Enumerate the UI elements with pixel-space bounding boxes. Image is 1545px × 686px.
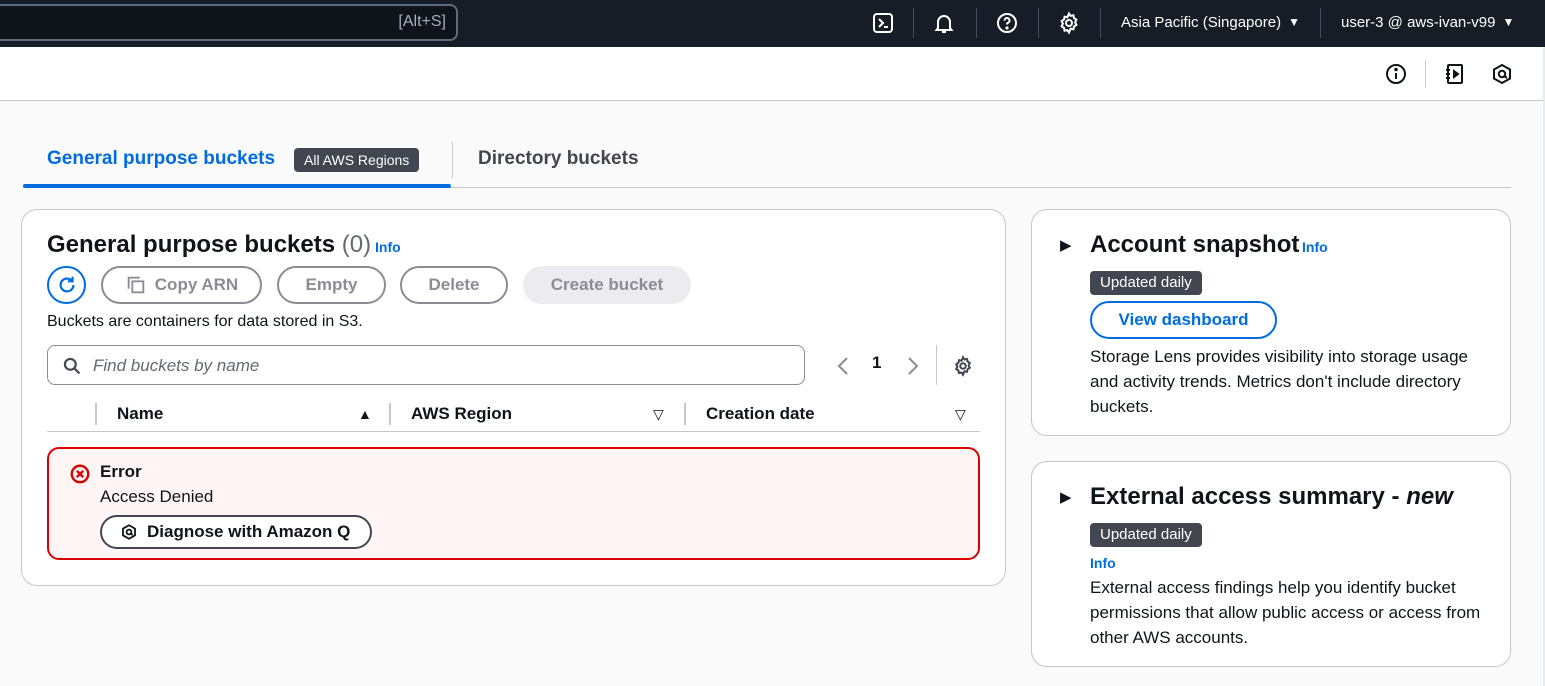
copy-arn-label: Copy ARN [154, 275, 239, 294]
create-bucket-button[interactable]: Create bucket [523, 266, 691, 304]
table-settings-icon[interactable] [952, 355, 974, 377]
search-icon [63, 357, 81, 375]
refresh-button[interactable] [47, 266, 86, 304]
tab-general-purpose-buckets[interactable]: General purpose buckets [47, 148, 275, 170]
snapshot-info-link[interactable]: Info [1302, 239, 1328, 255]
sort-icon[interactable]: ▽ [653, 406, 664, 423]
cloudshell-icon[interactable] [871, 11, 895, 35]
new-label: new [1406, 483, 1453, 510]
column-divider [684, 403, 686, 425]
search-placeholder: Find buckets by name [93, 356, 260, 375]
search-shortcut-hint: [Alt+S] [398, 13, 446, 30]
notes-icon[interactable] [1443, 62, 1467, 86]
bell-icon[interactable] [932, 11, 956, 35]
updated-daily-badge: Updated daily [1090, 523, 1202, 547]
diagnose-label: Diagnose with Amazon Q [147, 522, 351, 541]
external-access-title: External access summary - new [1090, 483, 1453, 511]
column-header-creation-date[interactable]: Creation date [706, 404, 815, 424]
sort-icon[interactable]: ▽ [955, 406, 966, 423]
current-page-number[interactable]: 1 [872, 353, 881, 373]
caret-down-icon: ▼ [1288, 15, 1300, 29]
table-header-divider [47, 431, 980, 432]
caret-down-icon: ▼ [1502, 15, 1515, 29]
column-header-region[interactable]: AWS Region [411, 404, 512, 424]
info-icon[interactable] [1384, 62, 1408, 86]
external-title-text: External access summary - [1090, 483, 1407, 510]
buckets-title: General purpose buckets [47, 231, 336, 258]
region-selector[interactable]: Asia Pacific (Singapore) ▼ [1121, 14, 1300, 31]
error-message: Access Denied [100, 487, 214, 506]
tab-divider [452, 142, 453, 178]
column-header-name[interactable]: Name [117, 404, 163, 424]
buckets-description: Buckets are containers for data stored i… [47, 313, 363, 330]
account-menu[interactable]: user-3 @ aws-ivan-v99 ▼ [1341, 14, 1514, 31]
bucket-count: (0) [341, 231, 372, 258]
copy-arn-button[interactable]: Copy ARN [101, 266, 262, 304]
top-navigation: [Alt+S] Asia Pacific (Singapore) ▼ user-3… [0, 0, 1545, 47]
region-label: Asia Pacific (Singapore) [1121, 14, 1282, 31]
expand-triangle-icon[interactable]: ▶ [1060, 236, 1072, 254]
empty-label: Empty [305, 275, 358, 294]
delete-label: Delete [428, 275, 480, 294]
sort-ascending-icon[interactable]: ▲ [358, 406, 372, 422]
external-info-link[interactable]: Info [1090, 555, 1116, 571]
find-buckets-input[interactable]: Find buckets by name [47, 345, 805, 385]
gear-icon[interactable] [1057, 11, 1081, 35]
empty-button[interactable]: Empty [277, 266, 386, 304]
snapshot-description: Storage Lens provides visibility into st… [1090, 347, 1468, 416]
column-divider [95, 403, 97, 425]
pager-divider [936, 345, 937, 385]
global-search[interactable]: [Alt+S] [0, 4, 458, 41]
expand-triangle-icon[interactable]: ▶ [1060, 488, 1072, 506]
buckets-heading: General purpose buckets (0) [47, 231, 371, 259]
delete-button[interactable]: Delete [400, 266, 508, 304]
secondary-toolbar [0, 47, 1545, 101]
view-dashboard-button[interactable]: View dashboard [1090, 301, 1277, 339]
error-title: Error [100, 462, 142, 481]
amazon-q-icon[interactable] [1490, 62, 1514, 86]
diagnose-with-amazon-q-button[interactable]: Diagnose with Amazon Q [100, 515, 373, 549]
account-snapshot-title: Account snapshot [1090, 231, 1300, 258]
amazon-q-icon [122, 524, 136, 540]
tab-directory-buckets[interactable]: Directory buckets [478, 148, 639, 170]
error-alert: Error Access Denied Diagnose with Amazon… [47, 447, 980, 560]
active-tab-indicator [23, 184, 451, 188]
column-divider [389, 403, 391, 425]
external-description: External access findings help you identi… [1090, 578, 1481, 647]
buckets-info-link[interactable]: Info [375, 239, 401, 255]
error-icon [70, 464, 90, 484]
copy-icon [127, 276, 145, 294]
help-icon[interactable] [995, 11, 1019, 35]
all-regions-badge: All AWS Regions [294, 148, 420, 172]
refresh-icon [59, 276, 75, 293]
create-bucket-label: Create bucket [550, 275, 664, 294]
account-label: user-3 @ aws-ivan-v99 [1341, 14, 1496, 31]
updated-daily-badge: Updated daily [1090, 271, 1202, 295]
next-page-icon[interactable] [906, 356, 920, 376]
previous-page-icon[interactable] [836, 356, 850, 376]
